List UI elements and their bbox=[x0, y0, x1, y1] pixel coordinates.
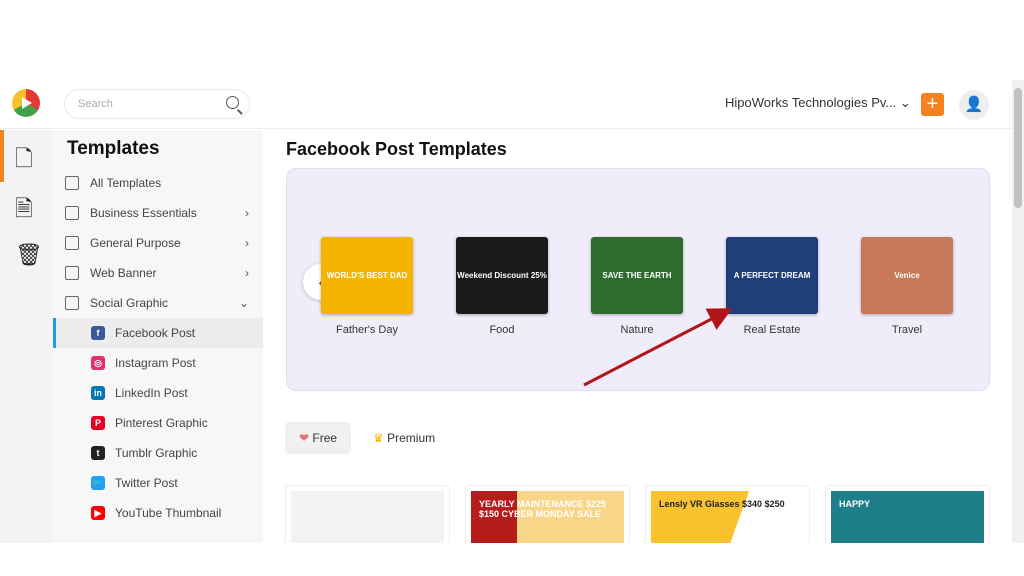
annotation-arrow bbox=[583, 308, 733, 387]
